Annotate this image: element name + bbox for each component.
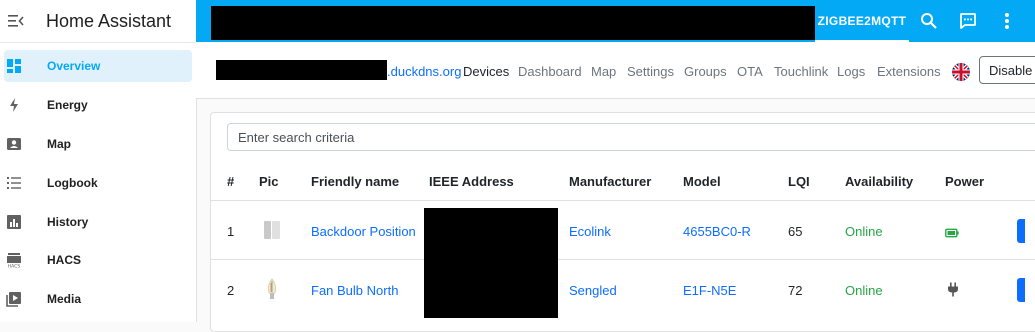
map-icon: [6, 136, 22, 152]
sidebar-item-media[interactable]: Media: [4, 283, 192, 315]
availability-status: Online: [845, 224, 883, 239]
z2m-navbar: .duckdns.org Devices Dashboard Map Setti…: [196, 42, 1035, 99]
disable-join-button[interactable]: Disable join: [979, 56, 1035, 84]
top-app-bar: ZIGBEE2MQTT: [196, 0, 1035, 42]
table-divider: [211, 200, 1035, 201]
battery-icon: [945, 225, 959, 243]
table-divider: [211, 259, 1035, 260]
manufacturer-link[interactable]: Ecolink: [569, 224, 611, 239]
sidebar-item-label: Media: [47, 292, 82, 306]
sidebar-title: Home Assistant: [46, 10, 172, 31]
sidebar-item-overview[interactable]: Overview: [4, 50, 192, 82]
redacted-ieee-addresses: [424, 208, 558, 318]
history-icon: [6, 214, 22, 230]
more-vert-icon[interactable]: [996, 10, 1018, 32]
lqi-value: 65: [788, 224, 803, 239]
plug-icon: [947, 282, 959, 302]
hacs-icon: HACS: [6, 252, 22, 268]
column-header-model[interactable]: Model: [683, 174, 721, 189]
nav-extensions[interactable]: Extensions: [877, 64, 941, 79]
overview-icon: [6, 58, 22, 74]
column-header-pic[interactable]: Pic: [259, 174, 279, 189]
nav-host-link[interactable]: .duckdns.org: [387, 64, 461, 79]
row-number: 2: [227, 283, 235, 298]
column-header-ieee-address[interactable]: IEEE Address: [429, 174, 514, 189]
search-input[interactable]: [227, 123, 1035, 151]
sidebar-item-map[interactable]: Map: [4, 128, 192, 160]
nav-map[interactable]: Map: [591, 64, 616, 79]
device-friendly-name-link[interactable]: Fan Bulb North: [311, 283, 398, 298]
device-friendly-name-link[interactable]: Backdoor Position: [311, 224, 416, 239]
bulb-pic: [265, 277, 279, 308]
sidebar-header: Home Assistant: [0, 0, 196, 43]
chat-icon[interactable]: [957, 10, 979, 32]
svg-text:HACS: HACS: [8, 264, 21, 269]
column-header-lqi[interactable]: LQI: [788, 174, 810, 189]
row-number: 1: [227, 224, 235, 239]
energy-icon: [6, 97, 22, 113]
sidebar-item-history[interactable]: History: [4, 206, 192, 238]
availability-status: Online: [845, 283, 883, 298]
nav-groups[interactable]: Groups: [684, 64, 727, 79]
sidebar-item-logbook[interactable]: Logbook: [4, 167, 192, 199]
door-sensor-pic: [262, 219, 282, 246]
sidebar: Home Assistant Overview Energy Map Logbo…: [0, 0, 197, 322]
row-action-button[interactable]: [1017, 219, 1025, 243]
sidebar-item-label: HACS: [47, 253, 82, 267]
media-icon: [6, 291, 22, 307]
tab-zigbee2mqtt[interactable]: ZIGBEE2MQTT: [815, 0, 909, 42]
nav-logs[interactable]: Logs: [837, 64, 865, 79]
sidebar-item-label: Overview: [47, 59, 101, 73]
model-link[interactable]: E1F-N5E: [683, 283, 736, 298]
column-header-number[interactable]: #: [227, 174, 234, 189]
sidebar-item-label: History: [47, 215, 89, 229]
redacted-region: [211, 6, 815, 40]
redacted-hostname: [216, 60, 387, 80]
column-header-availability[interactable]: Availability: [845, 174, 913, 189]
column-header-power[interactable]: Power: [945, 174, 984, 189]
nav-dashboard[interactable]: Dashboard: [518, 64, 582, 79]
sidebar-item-label: Energy: [47, 98, 88, 112]
nav-devices[interactable]: Devices: [463, 64, 509, 79]
nav-ota[interactable]: OTA: [737, 64, 763, 79]
menu-collapse-icon[interactable]: [4, 14, 28, 28]
nav-touchlink[interactable]: Touchlink: [774, 64, 828, 79]
sidebar-item-energy[interactable]: Energy: [4, 89, 192, 121]
devices-card: # Pic Friendly name IEEE Address Manufac…: [210, 112, 1035, 332]
lqi-value: 72: [788, 283, 803, 298]
model-link[interactable]: 4655BC0-R: [683, 224, 751, 239]
row-action-button[interactable]: [1017, 278, 1025, 302]
column-header-manufacturer[interactable]: Manufacturer: [569, 174, 651, 189]
search-icon[interactable]: [918, 10, 940, 32]
column-header-friendly-name[interactable]: Friendly name: [311, 174, 399, 189]
nav-settings[interactable]: Settings: [627, 64, 674, 79]
sidebar-item-label: Map: [47, 137, 71, 151]
manufacturer-link[interactable]: Sengled: [569, 283, 617, 298]
sidebar-item-hacs[interactable]: HACS HACS: [4, 244, 192, 276]
sidebar-item-label: Logbook: [47, 176, 98, 190]
logbook-icon: [6, 175, 22, 191]
uk-flag-icon[interactable]: [952, 63, 970, 81]
